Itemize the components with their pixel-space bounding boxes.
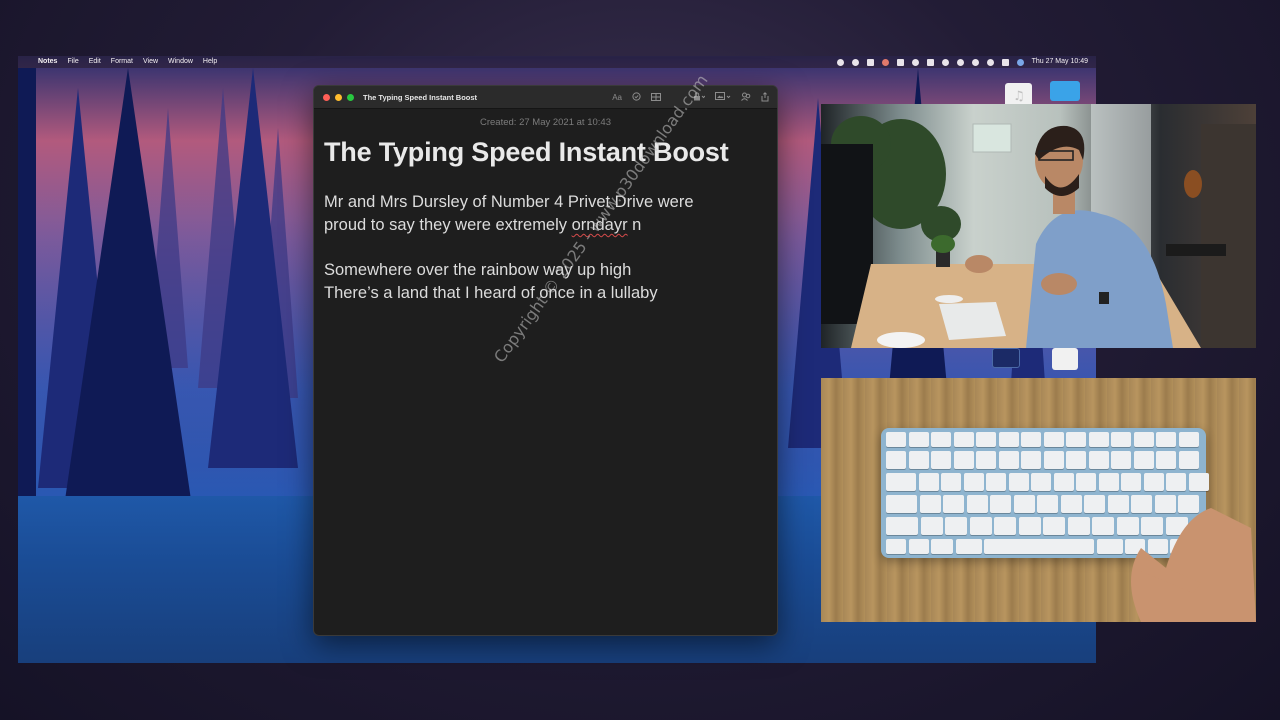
control-center-icon[interactable] bbox=[1001, 58, 1009, 66]
search-icon[interactable] bbox=[986, 58, 994, 66]
status-area: Thu 27 May 10:49 bbox=[836, 56, 1088, 68]
presenter-scene bbox=[821, 104, 1256, 348]
menu-format[interactable]: Format bbox=[111, 56, 133, 68]
menu-clock[interactable]: Thu 27 May 10:49 bbox=[1032, 56, 1088, 68]
privacy-icon[interactable] bbox=[851, 58, 859, 66]
menu-view[interactable]: View bbox=[143, 56, 158, 68]
menu-help[interactable]: Help bbox=[203, 56, 217, 68]
record-icon[interactable] bbox=[836, 58, 844, 66]
para1-line2-start: proud to say they were extremely bbox=[324, 216, 572, 234]
note-heading[interactable]: The Typing Speed Instant Boost bbox=[324, 137, 777, 168]
table-icon[interactable] bbox=[651, 92, 661, 103]
window-titlebar[interactable]: The Typing Speed Instant Boost Aa bbox=[314, 86, 777, 109]
menu-edit[interactable]: Edit bbox=[89, 56, 101, 68]
window-title: The Typing Speed Instant Boost bbox=[363, 92, 478, 102]
share-icon[interactable] bbox=[761, 91, 769, 104]
folder-icon[interactable] bbox=[1050, 81, 1080, 101]
screenshot-tool-icon[interactable] bbox=[866, 58, 874, 66]
stripes-icon[interactable] bbox=[941, 58, 949, 66]
screenshot-file-icon[interactable] bbox=[992, 348, 1020, 368]
color-picker-icon[interactable] bbox=[881, 58, 889, 66]
menu-app-name[interactable]: Notes bbox=[38, 56, 57, 68]
menu-bar: Notes File Edit Format View Window Help … bbox=[18, 56, 1096, 68]
presenter-camera-view bbox=[821, 104, 1256, 348]
para2-line2: There’s a land that I heard of once in a… bbox=[324, 284, 658, 302]
checklist-icon[interactable] bbox=[632, 92, 641, 103]
hand bbox=[1131, 508, 1256, 622]
svg-text:♫: ♫ bbox=[1013, 89, 1025, 104]
media-icon[interactable] bbox=[715, 92, 731, 103]
font-icon[interactable]: Aa bbox=[612, 93, 622, 102]
minimize-window-button[interactable] bbox=[335, 93, 342, 101]
para1-line2-end: n bbox=[627, 216, 642, 234]
camera-icon[interactable] bbox=[896, 58, 904, 66]
document-file-icon[interactable] bbox=[1052, 348, 1078, 370]
siri-icon[interactable] bbox=[1016, 58, 1024, 66]
keyboard-camera-view bbox=[821, 378, 1256, 622]
menu-file[interactable]: File bbox=[67, 56, 78, 68]
para2-line1: Somewhere over the rainbow way up high bbox=[324, 261, 632, 279]
close-window-button[interactable] bbox=[323, 93, 330, 101]
zoom-window-button[interactable] bbox=[347, 93, 354, 101]
notes-window: The Typing Speed Instant Boost Aa Create bbox=[313, 85, 778, 636]
share-people-icon[interactable] bbox=[741, 92, 751, 103]
paragraph-1[interactable]: Mr and Mrs Dursley of Number 4 Privet Dr… bbox=[324, 191, 777, 237]
clock-icon[interactable] bbox=[956, 58, 964, 66]
menu-window[interactable]: Window bbox=[168, 56, 193, 68]
wifi-icon[interactable] bbox=[971, 58, 979, 66]
mail-icon[interactable] bbox=[926, 58, 934, 66]
created-timestamp: Created: 27 May 2021 at 10:43 bbox=[480, 117, 611, 128]
cloud-icon[interactable] bbox=[911, 58, 919, 66]
para1-line1: Mr and Mrs Dursley of Number 4 Privet Dr… bbox=[324, 193, 694, 211]
